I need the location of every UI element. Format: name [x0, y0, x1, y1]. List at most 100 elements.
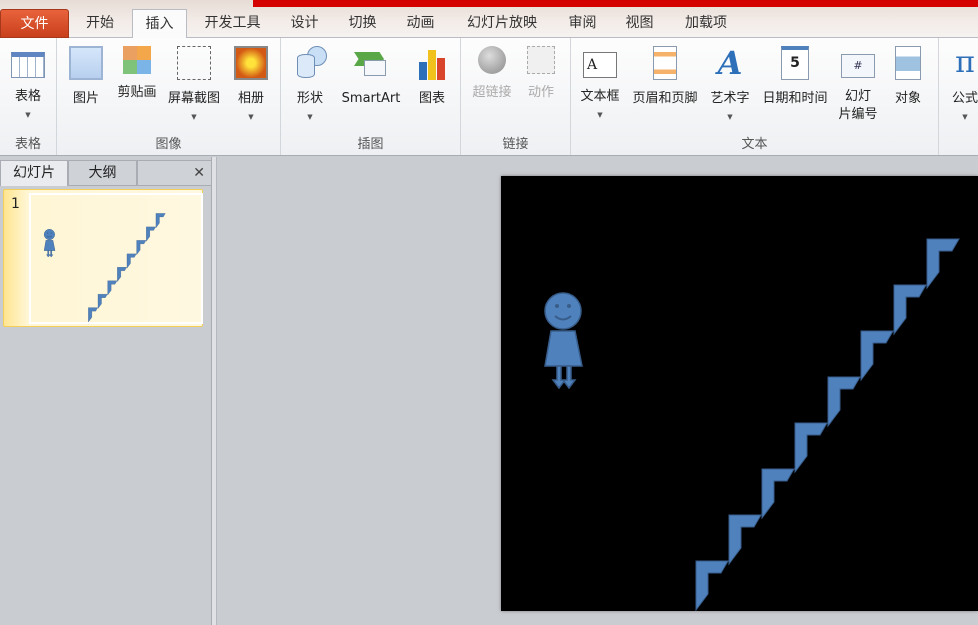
- slide-thumbnail-1[interactable]: 1: [3, 189, 203, 327]
- figure-eye: [567, 304, 571, 308]
- smartart-button[interactable]: SmartArt: [336, 46, 406, 108]
- action-icon: [527, 46, 555, 74]
- stair-step: [88, 308, 97, 322]
- stair-step: [696, 561, 728, 610]
- hyperlink-label: 超链接: [467, 84, 517, 102]
- dropdown-arrow-icon: ▼: [575, 110, 625, 120]
- tab-animations[interactable]: 动画: [398, 9, 443, 38]
- shapes-button[interactable]: 形状 ▼: [289, 46, 331, 122]
- picture-icon: [69, 46, 103, 80]
- tab-developer[interactable]: 开发工具: [195, 9, 270, 38]
- action-button[interactable]: 动作: [519, 46, 563, 102]
- chart-label: 图表: [411, 90, 453, 108]
- clipart-label: 剪贴画: [112, 84, 162, 102]
- panel-splitter[interactable]: [212, 157, 217, 625]
- stair-step: [108, 281, 117, 295]
- title-bar-highlight: [253, 0, 978, 7]
- dropdown-arrow-icon: ▼: [229, 112, 273, 122]
- stair-step: [762, 469, 794, 518]
- dropdown-arrow-icon: ▼: [163, 112, 225, 122]
- stair-step: [729, 515, 761, 564]
- figure-head: [545, 293, 581, 329]
- pi-icon: π: [948, 46, 978, 80]
- stair-step: [156, 213, 165, 227]
- wordart-button[interactable]: A 艺术字▼: [705, 46, 755, 122]
- picture-button[interactable]: 图片: [65, 46, 107, 108]
- tab-view[interactable]: 视图: [617, 9, 662, 38]
- action-label: 动作: [519, 84, 563, 102]
- table-button[interactable]: 表格 ▼: [6, 46, 50, 120]
- tab-slideshow[interactable]: 幻灯片放映: [458, 9, 546, 38]
- hyperlink-button[interactable]: 超链接: [467, 46, 517, 102]
- ribbon-tab-bar: 文件 开始 插入 开发工具 设计 切换 动画 幻灯片放映 审阅 视图 加载项: [0, 0, 978, 38]
- stair-step: [127, 254, 136, 268]
- textbox-button[interactable]: A 文本框▼: [575, 46, 625, 120]
- tab-file[interactable]: 文件: [0, 9, 69, 38]
- group-links: 超链接 动作 链接: [461, 38, 571, 155]
- object-button[interactable]: 对象: [885, 46, 931, 108]
- dropdown-arrow-icon: ▼: [705, 112, 755, 122]
- screenshot-label: 屏幕截图: [163, 90, 225, 108]
- group-label-tables: 表格: [0, 133, 56, 152]
- tab-outline[interactable]: 大纲: [68, 160, 137, 186]
- tab-slides[interactable]: 幻灯片: [0, 160, 68, 186]
- group-label-images: 图像: [57, 133, 280, 152]
- equation-label: 公式: [945, 90, 978, 108]
- chart-icon: [415, 46, 449, 80]
- figure-eye: [51, 232, 52, 233]
- group-images: 图片 剪贴画 屏幕截图 ▼ 相册 ▼ 图像: [57, 38, 281, 155]
- close-icon[interactable]: ✕: [193, 165, 205, 181]
- table-label: 表格: [6, 88, 50, 106]
- object-icon: [895, 46, 921, 80]
- tab-review[interactable]: 审阅: [560, 9, 605, 38]
- smartart-icon: [354, 46, 388, 80]
- table-icon: [11, 52, 45, 78]
- photo-album-button[interactable]: 相册 ▼: [229, 46, 273, 122]
- tab-design[interactable]: 设计: [282, 9, 327, 38]
- slides-panel: 幻灯片 大纲 ✕ 1: [0, 157, 212, 625]
- photo-album-icon: [234, 46, 268, 80]
- stair-step: [828, 377, 860, 426]
- group-label-text: 文本: [571, 133, 938, 152]
- slide-canvas[interactable]: [501, 176, 978, 611]
- stair-step: [117, 267, 126, 281]
- figure-legs: [47, 251, 53, 257]
- shapes-label: 形状: [289, 90, 331, 108]
- group-illustrations: 形状 ▼ SmartArt 图表 插图: [281, 38, 461, 155]
- figure-legs: [553, 366, 575, 388]
- date-time-button[interactable]: 5 日期和时间: [757, 46, 833, 108]
- figure-eye: [555, 304, 559, 308]
- screenshot-icon: [177, 46, 211, 80]
- stair-step: [927, 239, 959, 288]
- shapes-icon: [293, 46, 327, 80]
- group-tables: 表格 ▼ 表格: [0, 38, 57, 155]
- photo-album-label: 相册: [229, 90, 273, 108]
- slide-number-button[interactable]: # 幻灯 片编号: [835, 46, 881, 124]
- tab-addins[interactable]: 加载项: [676, 9, 736, 38]
- figure-body: [545, 331, 582, 366]
- calendar-icon: 5: [781, 46, 809, 80]
- slide-number: 1: [11, 196, 20, 212]
- equation-button[interactable]: π 公式 ▼: [945, 46, 978, 122]
- stair-step: [861, 331, 893, 380]
- screenshot-button[interactable]: 屏幕截图 ▼: [163, 46, 225, 122]
- chart-button[interactable]: 图表: [411, 46, 453, 108]
- close-panel-button[interactable]: ✕: [137, 160, 212, 186]
- stair-step: [894, 285, 926, 334]
- dropdown-arrow-icon: ▼: [6, 110, 50, 120]
- group-label-links: 链接: [461, 133, 570, 152]
- header-footer-button[interactable]: 页眉和页脚: [627, 46, 703, 108]
- tab-home[interactable]: 开始: [75, 9, 125, 38]
- slide-number-label-line2: 片编号: [835, 106, 881, 124]
- stick-figure: [545, 293, 582, 388]
- dropdown-arrow-icon: ▼: [945, 112, 978, 122]
- tab-transitions[interactable]: 切换: [340, 9, 385, 38]
- group-text: A 文本框▼ 页眉和页脚 A 艺术字▼ 5 日期和时间 # 幻灯 片编号 对象 …: [571, 38, 939, 155]
- slide-content: [501, 176, 978, 611]
- group-label-illustrations: 插图: [281, 133, 460, 152]
- dropdown-arrow-icon: ▼: [289, 112, 331, 122]
- figure-eye: [47, 232, 48, 233]
- figure-head: [44, 229, 55, 240]
- clipart-button[interactable]: 剪贴画: [112, 46, 162, 102]
- tab-insert[interactable]: 插入: [132, 9, 187, 39]
